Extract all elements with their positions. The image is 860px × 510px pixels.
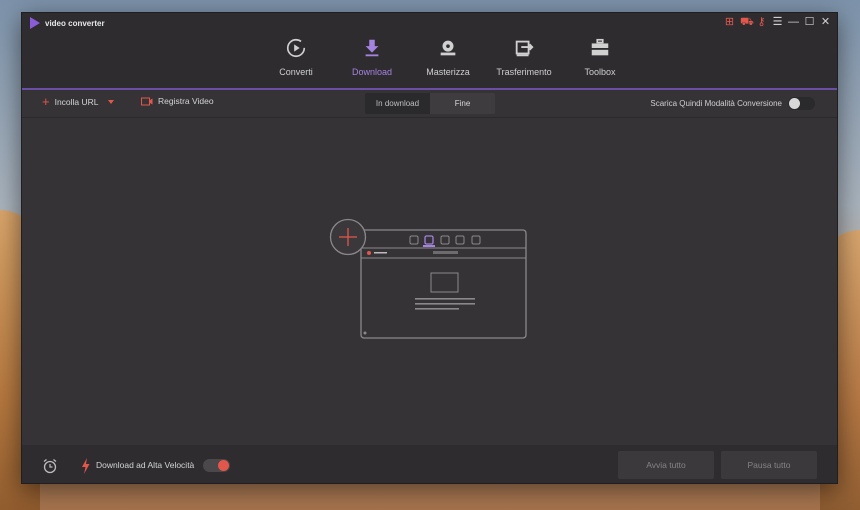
paste-url-label: Incolla URL [54,97,99,107]
record-video-button[interactable]: Registra Video [141,96,214,106]
minimize-icon[interactable]: — [788,16,799,28]
close-icon[interactable]: ✕ [820,16,831,28]
chevron-down-icon[interactable] [107,100,114,104]
toolbox-icon [588,36,612,60]
convert-mode-label: Scarica Quindi Modalità Conversione [650,99,782,108]
nav-toolbox[interactable]: Toolbox [562,33,638,90]
nav-download-label: Download [351,67,393,77]
download-status-tabs: In download Fine [365,93,495,114]
nav-masterizza-label: Masterizza [426,67,470,77]
cart-icon[interactable]: ⛟ [740,16,754,28]
record-video-label: Registra Video [158,96,214,106]
nav-toolbox-label: Toolbox [584,67,616,77]
footer-bar: Download ad Alta Velocità Avvia tutto Pa… [22,445,837,483]
top-bar: video converter ⊞ ⛟ ⚷ ☰ — ☐ ✕ Converti D… [22,13,837,92]
toolbar: + Incolla URL Registra Video In download… [22,90,837,118]
nav-masterizza[interactable]: Masterizza [410,33,486,90]
window-controls: ⊞ ⛟ ⚷ ☰ — ☐ ✕ [724,16,831,28]
toggle-knob [218,460,229,471]
download-list-area [22,119,837,445]
pause-all-button[interactable]: Pausa tutto [721,451,817,479]
paste-url-button[interactable]: + Incolla URL [42,94,114,109]
empty-state-illustration [329,218,527,339]
main-nav: Converti Download Masterizza Trasferimen… [258,33,638,92]
app-title: video converter [30,17,105,29]
nav-trasferimento-label: Trasferimento [496,67,552,77]
app-title-text: video converter [45,18,105,28]
maximize-icon[interactable]: ☐ [804,16,815,28]
camera-icon [141,97,153,106]
high-speed-label: Download ad Alta Velocità [96,460,195,470]
convert-mode-toggle[interactable] [788,97,815,110]
start-all-button[interactable]: Avvia tutto [618,451,714,479]
tab-fine[interactable]: Fine [430,93,495,114]
nav-trasferimento[interactable]: Trasferimento [486,33,562,90]
app-logo-icon [30,17,40,29]
tab-in-download[interactable]: In download [365,93,430,114]
nav-converti-label: Converti [279,67,313,77]
alarm-clock-icon[interactable] [42,458,58,474]
nav-converti[interactable]: Converti [258,33,334,90]
app-window: video converter ⊞ ⛟ ⚷ ☰ — ☐ ✕ Converti D… [21,12,838,484]
convert-mode-setting: Scarica Quindi Modalità Conversione [650,97,815,110]
menu-icon[interactable]: ☰ [772,16,783,28]
plus-icon: + [42,94,50,109]
toggle-knob [789,98,800,109]
burn-icon [436,36,460,60]
key-icon[interactable]: ⚷ [756,16,767,28]
convert-icon [284,36,308,60]
transfer-icon [512,36,536,60]
gift-icon[interactable]: ⊞ [724,16,735,28]
download-icon [360,36,384,60]
high-speed-toggle[interactable] [203,459,230,472]
nav-download[interactable]: Download [334,33,410,92]
lightning-bolt-icon [82,458,90,474]
